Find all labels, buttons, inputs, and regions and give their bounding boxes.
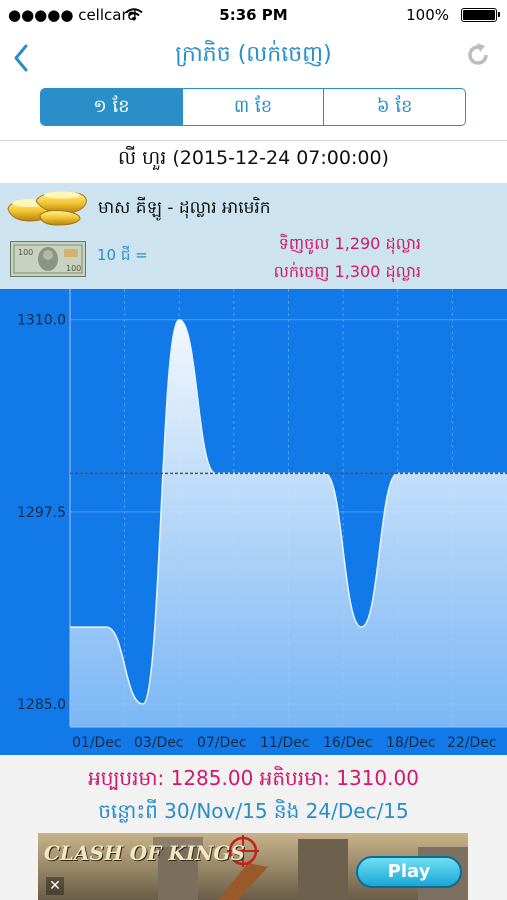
battery-percent: 100% <box>406 6 449 24</box>
x-tick-label: 01/Dec <box>72 735 122 751</box>
x-tick-label: 03/Dec <box>134 735 184 751</box>
ad-banner[interactable]: CLASH OF KINGS ✕ Play <box>38 833 468 900</box>
x-tick-label: 11/Dec <box>260 735 310 751</box>
svg-text:100: 100 <box>18 248 33 257</box>
x-tick-label: 16/Dec <box>323 735 373 751</box>
buy-price: ទិញចូល 1,290 ដុល្លារ <box>278 234 421 253</box>
price-chart-svg: 1310.0 1297.5 1285.0 01/Dec 03/Dec 07/Dec 11/D… <box>17 289 507 751</box>
divider <box>0 140 507 141</box>
gold-bars-icon <box>7 191 87 226</box>
ad-brand: CLASH OF KINGS <box>44 841 245 865</box>
dollar-bill-icon: 100 100 <box>10 241 86 277</box>
date-range-label: ចន្លោះពី 30/Nov/15 និង 24/Dec/15 <box>98 799 409 823</box>
unit-label: 10 ជី = <box>97 246 148 264</box>
gold-type-label: មាស គីឡូ - ដុល្លារ អាមេរិក <box>98 198 271 218</box>
x-tick-label: 22/Dec <box>447 735 497 751</box>
y-tick-label: 1297.5 <box>17 505 66 521</box>
battery-icon <box>461 8 500 22</box>
tab-3-months[interactable]: ៣ ខែ <box>183 89 325 125</box>
refresh-icon[interactable] <box>463 40 493 70</box>
y-tick-label: 1285.0 <box>17 697 66 713</box>
ad-close-icon[interactable]: ✕ <box>46 877 64 895</box>
ad-play-button[interactable]: Play <box>356 856 462 888</box>
tab-1-month[interactable]: ១ ខែ <box>41 89 183 125</box>
nav-bar: ក្រាភិច (លក់ចេញ) <box>0 30 507 82</box>
tab-6-months[interactable]: ៦ ខែ <box>324 89 465 125</box>
min-max-label: អប្បបរមា: 1285.00 អតិបរមា: 1310.00 <box>88 766 419 790</box>
svg-text:100: 100 <box>66 264 81 273</box>
price-chart: 1310.0 1297.5 1285.0 01/Dec 03/Dec 07/Dec 11/D… <box>0 289 507 755</box>
shop-datetime: លី ហួរ (2015-12-24 07:00:00) <box>118 147 389 169</box>
x-tick-label: 07/Dec <box>197 735 247 751</box>
y-tick-label: 1310.0 <box>17 313 66 329</box>
status-bar: ●●●●● cellcard 5:36 PM 100% <box>0 0 507 30</box>
price-info-panel: មាស គីឡូ - ដុល្លារ អាមេរិក 100 100 10 ជី… <box>0 183 507 289</box>
page-title: ក្រាភិច (លក់ចេញ) <box>175 42 332 67</box>
x-tick-label: 18/Dec <box>386 735 436 751</box>
period-tabs: ១ ខែ ៣ ខែ ៦ ខែ <box>40 88 466 126</box>
sell-price: លក់ចេញ 1,300 ដុល្លារ <box>273 262 421 281</box>
